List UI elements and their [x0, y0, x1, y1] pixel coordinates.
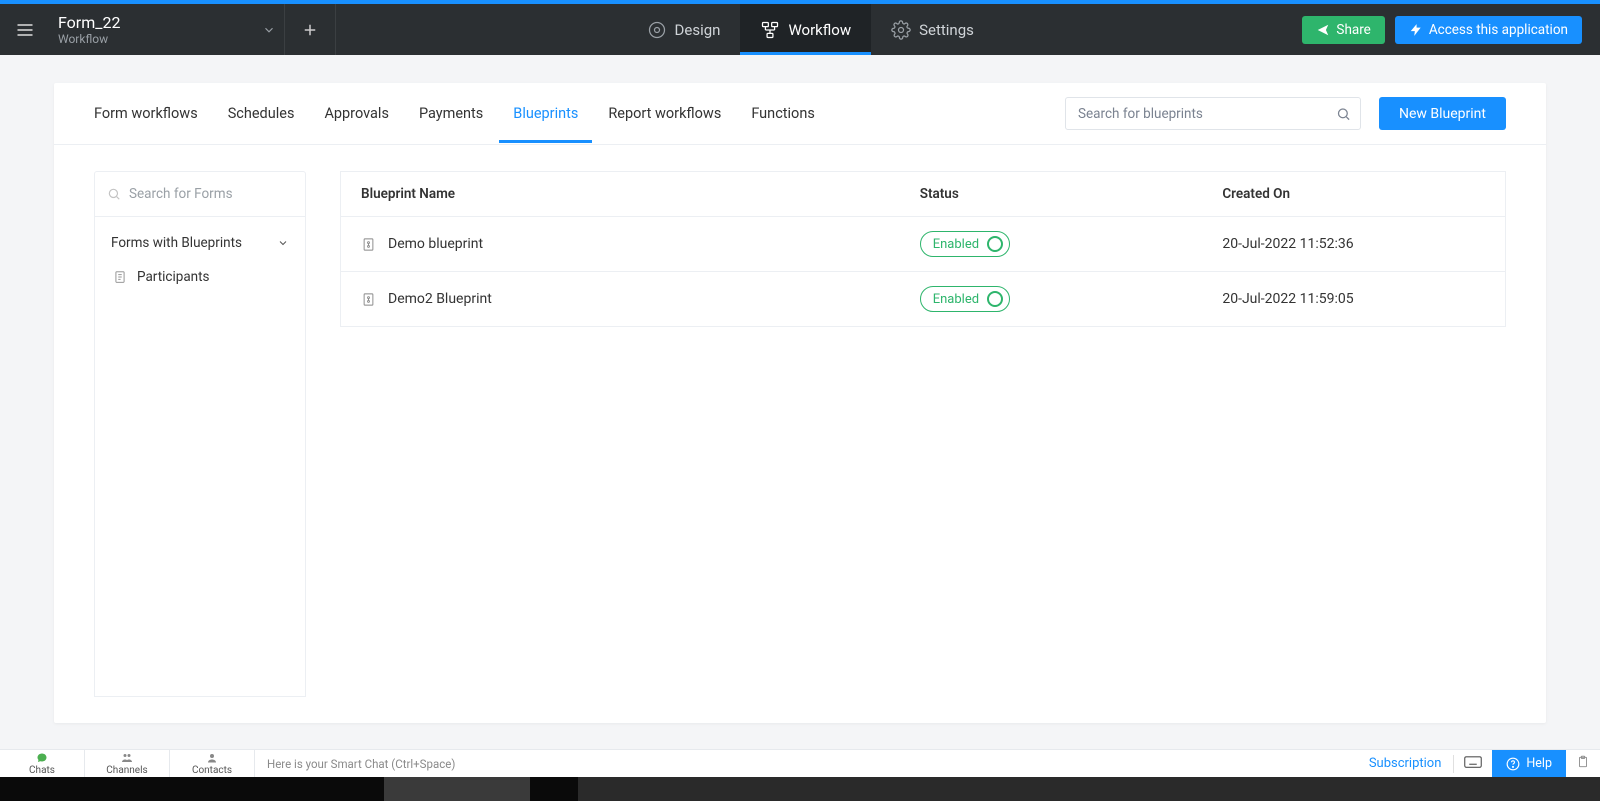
forms-search: [94, 171, 306, 217]
blueprint-icon: [361, 236, 376, 253]
sidebar-item-participants[interactable]: Participants: [95, 261, 305, 293]
tab-functions[interactable]: Functions: [751, 85, 814, 142]
chevron-down-icon: [262, 23, 276, 37]
settings-icon: [891, 20, 911, 40]
smart-chat-hint: Here is your Smart Chat (Ctrl+Space): [255, 757, 467, 771]
forms-panel: Forms with Blueprints Participants: [94, 217, 306, 697]
os-taskbar: [0, 777, 1600, 801]
search-icon: [1336, 106, 1351, 121]
clipboard-button[interactable]: [1566, 755, 1600, 772]
workflow-tabs: Form workflows Schedules Approvals Payme…: [54, 83, 1546, 145]
clipboard-icon: [1576, 755, 1590, 769]
nav-design-label: Design: [675, 21, 721, 39]
add-form-button[interactable]: [285, 4, 335, 55]
th-name: Blueprint Name: [341, 172, 900, 217]
forms-group-label: Forms with Blueprints: [111, 235, 242, 251]
toggle-dot-icon: [987, 236, 1003, 252]
new-blueprint-button[interactable]: New Blueprint: [1379, 97, 1506, 130]
status-label: Enabled: [933, 292, 979, 307]
row-created: 20-Jul-2022 11:59:05: [1202, 272, 1505, 326]
form-selector[interactable]: Form_22 Workflow: [50, 4, 284, 55]
channels-icon: [121, 752, 133, 764]
form-title: Form_22: [58, 13, 120, 32]
subscription-link[interactable]: Subscription: [1357, 756, 1454, 771]
row-name: Demo blueprint: [388, 236, 483, 252]
content-card: Form workflows Schedules Approvals Payme…: [54, 83, 1546, 723]
nav-workflow-label: Workflow: [788, 21, 851, 39]
file-icon: [113, 270, 127, 284]
blueprint-search-input[interactable]: [1065, 97, 1361, 130]
bolt-icon: [1409, 23, 1423, 37]
status-label: Enabled: [933, 237, 979, 252]
workflow-icon: [760, 20, 780, 40]
bb-channels[interactable]: Channels: [85, 750, 170, 777]
table-row[interactable]: Demo2 Blueprint Enabled 20-Jul-2022 11:5…: [341, 272, 1505, 326]
hamburger-menu[interactable]: [0, 4, 50, 55]
share-icon: [1316, 23, 1330, 37]
blueprint-table: Blueprint Name Status Created On Demo bl…: [340, 171, 1506, 327]
help-icon: [1506, 757, 1520, 771]
toggle-dot-icon: [987, 291, 1003, 307]
help-button[interactable]: Help: [1492, 750, 1566, 777]
tab-payments[interactable]: Payments: [419, 85, 483, 142]
nav-workflow[interactable]: Workflow: [740, 4, 871, 55]
header-left: Form_22 Workflow: [0, 4, 336, 55]
tab-report-workflows[interactable]: Report workflows: [608, 85, 721, 142]
tab-schedules[interactable]: Schedules: [228, 85, 295, 142]
design-icon: [647, 20, 667, 40]
app-header: Form_22 Workflow Design Workflow Setting…: [0, 4, 1600, 55]
row-name: Demo2 Blueprint: [388, 291, 492, 307]
forms-sidebar: Forms with Blueprints Participants: [94, 171, 306, 697]
bb-chats[interactable]: Chats: [0, 750, 85, 777]
forms-group-header[interactable]: Forms with Blueprints: [95, 217, 305, 261]
th-created: Created On: [1202, 172, 1505, 217]
main-area: Form workflows Schedules Approvals Payme…: [0, 55, 1600, 749]
bb-chats-label: Chats: [29, 765, 55, 776]
contacts-icon: [206, 752, 218, 764]
keyboard-button[interactable]: [1454, 756, 1492, 771]
bb-contacts-label: Contacts: [192, 765, 232, 776]
chevron-down-icon: [277, 237, 289, 249]
header-actions: Share Access this application: [1284, 4, 1600, 55]
form-subtitle: Workflow: [58, 32, 120, 46]
row-created: 20-Jul-2022 11:52:36: [1202, 217, 1505, 272]
tab-approvals[interactable]: Approvals: [324, 85, 389, 142]
hamburger-icon: [15, 20, 35, 40]
access-app-button[interactable]: Access this application: [1395, 16, 1582, 44]
nav-settings-label: Settings: [919, 21, 974, 39]
bb-contacts[interactable]: Contacts: [170, 750, 255, 777]
header-nav: Design Workflow Settings: [336, 4, 1284, 55]
forms-search-input[interactable]: [95, 172, 305, 216]
blueprint-table-container: Blueprint Name Status Created On Demo bl…: [340, 171, 1506, 697]
status-toggle[interactable]: Enabled: [920, 286, 1010, 312]
share-button[interactable]: Share: [1302, 16, 1384, 44]
content-row: Forms with Blueprints Participants Bluep…: [54, 145, 1546, 723]
nav-settings[interactable]: Settings: [871, 4, 994, 55]
status-toggle[interactable]: Enabled: [920, 231, 1010, 257]
bottom-bar: Chats Channels Contacts Here is your Sma…: [0, 749, 1600, 777]
keyboard-icon: [1464, 756, 1482, 768]
sidebar-item-label: Participants: [137, 269, 210, 285]
share-label: Share: [1336, 22, 1370, 38]
bb-channels-label: Channels: [106, 765, 147, 776]
tab-blueprints[interactable]: Blueprints: [513, 85, 578, 142]
help-label: Help: [1526, 756, 1552, 771]
nav-design[interactable]: Design: [627, 4, 741, 55]
access-label: Access this application: [1429, 22, 1568, 38]
tab-form-workflows[interactable]: Form workflows: [94, 85, 198, 142]
search-icon: [107, 187, 121, 201]
plus-icon: [301, 21, 319, 39]
blueprint-icon: [361, 291, 376, 308]
th-status: Status: [900, 172, 1203, 217]
chat-icon: [36, 752, 48, 764]
blueprint-search: [1065, 97, 1361, 130]
table-row[interactable]: Demo blueprint Enabled 20-Jul-2022 11:52…: [341, 217, 1505, 272]
